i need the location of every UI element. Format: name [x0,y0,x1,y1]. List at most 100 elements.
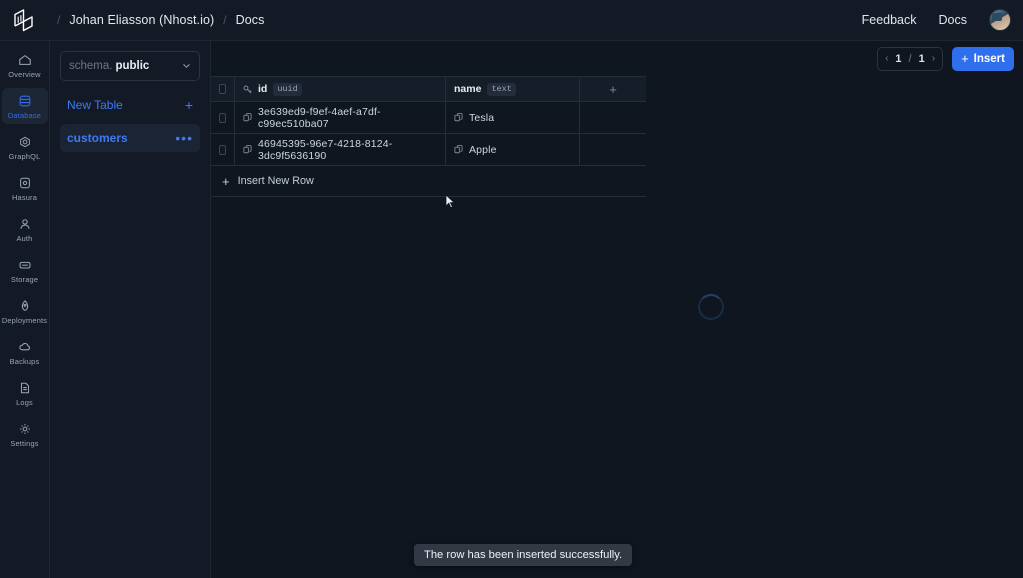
insert-new-row-label: Insert New Row [237,175,314,187]
breadcrumb-project[interactable]: Docs [236,13,265,27]
cell-name[interactable]: Apple [446,134,580,165]
new-table-label: New Table [67,97,123,112]
column-header-name[interactable]: name text [446,77,580,101]
database-icon [18,94,32,108]
chevron-down-icon [182,61,191,72]
copy-icon[interactable] [243,113,252,122]
key-icon [243,84,252,94]
row-checkbox[interactable] [219,144,226,155]
copy-icon[interactable] [243,145,252,154]
select-all-checkbox-cell[interactable] [211,77,235,101]
sidebar-item-settings[interactable]: Settings [2,416,48,452]
grid-header-row: id uuid name text + [211,77,646,102]
cell-value: Tesla [469,111,495,124]
table-toolbar: ‹ 1 / 1 › + Insert [211,41,1023,76]
sidebar-item-label: GraphQL [8,152,41,161]
sidebar-item-label: Hasura [11,193,38,202]
copy-icon[interactable] [454,113,463,122]
new-table-button[interactable]: New Table + [60,91,200,118]
breadcrumb-org[interactable]: Johan Eliasson (Nhost.io) [69,13,214,27]
cell-id[interactable]: 3e639ed9-f9ef-4aef-a7df-c99ec510ba07 [235,102,446,133]
cell-value: 3e639ed9-f9ef-4aef-a7df-c99ec510ba07 [258,105,381,130]
top-bar: / Johan Eliasson (Nhost.io) / Docs Feedb… [0,0,1023,41]
table-row[interactable]: 3e639ed9-f9ef-4aef-a7df-c99ec510ba07 Tes… [211,102,646,134]
sidebar-item-overview[interactable]: Overview [2,47,48,83]
sidebar-item-auth[interactable]: Auth [2,211,48,247]
sidebar-item-deployments[interactable]: Deployments [2,293,48,329]
column-name: name [454,83,482,95]
sidebar-item-backups[interactable]: Backups [2,334,48,370]
data-grid: id uuid name text + 3e639ed9-f9ef-4aef-a… [211,76,646,197]
copy-icon[interactable] [454,145,463,154]
storage-icon [18,258,32,272]
docs-link[interactable]: Docs [939,13,967,27]
insert-button[interactable]: + Insert [952,46,1014,71]
table-list-item-customers[interactable]: customers ••• [60,124,200,152]
schema-select[interactable]: schema. public [60,51,200,81]
document-icon [18,381,32,395]
sidebar-item-graphql[interactable]: GraphQL [2,129,48,165]
pagination: ‹ 1 / 1 › [877,46,944,71]
table-name-label: customers [67,131,128,145]
column-name: id [258,83,268,95]
sidebar-item-label: Backups [9,357,40,366]
home-icon [18,53,32,67]
row-checkbox-cell[interactable] [211,134,235,165]
schema-panel: schema. public New Table + customers ••• [50,41,211,578]
sidebar-item-label: Auth [16,234,33,243]
schema-prefix-label: schema. [69,60,113,72]
row-checkbox[interactable] [219,112,226,123]
breadcrumb-separator-2: / [223,13,227,27]
add-column-button[interactable]: + [580,77,646,101]
sidebar-item-label: Overview [8,70,41,79]
next-page-button[interactable]: › [932,53,935,64]
toast-notification: The row has been inserted successfully. [414,544,633,566]
avatar[interactable] [989,9,1011,31]
cloud-icon [18,340,32,354]
sidebar-item-label: Logs [16,398,33,407]
column-type: uuid [273,82,302,96]
insert-new-row-button[interactable]: + Insert New Row [211,166,646,197]
sidebar-item-label: Database [7,111,42,120]
sidebar-item-label: Storage [10,275,39,284]
cell-id[interactable]: 46945395-96e7-4218-8124-3dc9f5636190 [235,134,446,165]
feedback-button[interactable]: Feedback [862,13,917,27]
column-type: text [487,82,516,96]
graphql-icon [18,135,32,149]
table-options-icon[interactable]: ••• [175,131,193,145]
toast-message: The row has been inserted successfully. [424,549,623,561]
cell-value: 46945395-96e7-4218-8124-3dc9f5636190 [258,137,393,162]
loading-spinner [698,294,724,320]
sidebar-item-database[interactable]: Database [1,88,48,124]
row-filler-cell [580,102,646,133]
prev-page-button[interactable]: ‹ [885,53,888,64]
sidebar-rail: Overview Database GraphQL Hasura Auth St… [0,41,50,578]
insert-button-label: Insert [973,52,1005,65]
column-header-id[interactable]: id uuid [235,77,446,101]
current-page: 1 [895,52,902,65]
mouse-cursor [445,194,456,214]
row-checkbox-cell[interactable] [211,102,235,133]
sidebar-item-logs[interactable]: Logs [2,375,48,411]
sidebar-item-label: Deployments [1,316,48,325]
plus-icon: + [961,51,969,66]
cell-value: Apple [469,143,497,156]
gear-icon [18,422,32,436]
main-content: ‹ 1 / 1 › + Insert id uuid name text + 3… [211,41,1023,578]
sidebar-item-label: Settings [10,439,39,448]
sidebar-item-storage[interactable]: Storage [2,252,48,288]
rocket-icon [18,299,32,313]
user-icon [18,217,32,231]
schema-value: public [115,60,150,72]
page-separator: / [908,52,912,65]
plus-icon[interactable]: + [185,98,193,112]
cell-name[interactable]: Tesla [446,102,580,133]
total-pages: 1 [918,52,925,65]
nhost-logo-icon[interactable] [0,0,48,41]
top-bar-actions: Feedback Docs [862,9,1023,31]
breadcrumb-separator-1: / [57,13,61,27]
table-row[interactable]: 46945395-96e7-4218-8124-3dc9f5636190 App… [211,134,646,166]
row-filler-cell [580,134,646,165]
sidebar-item-hasura[interactable]: Hasura [2,170,48,206]
select-all-checkbox[interactable] [219,84,226,94]
